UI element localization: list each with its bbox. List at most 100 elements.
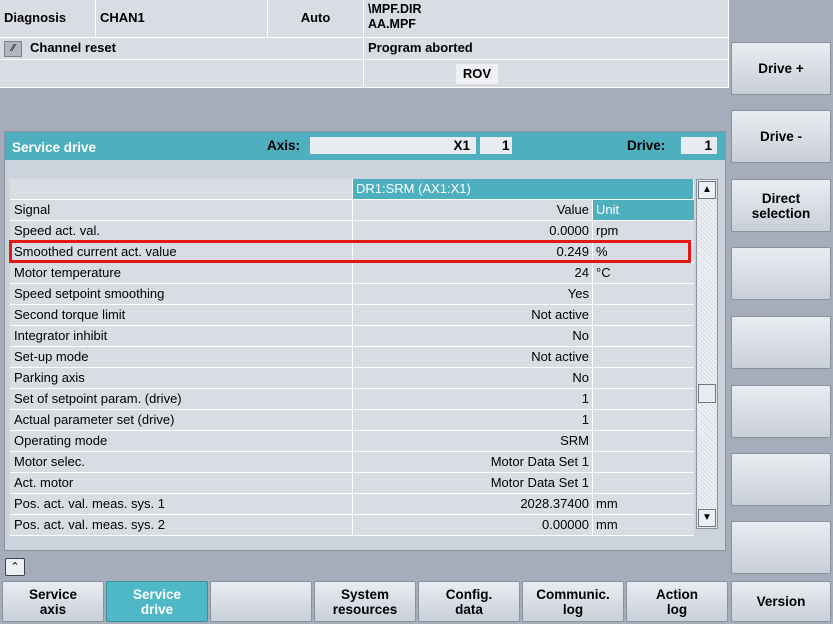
program-path-dir: \MPF.DIR: [368, 2, 422, 16]
table-row[interactable]: Parking axis No: [10, 368, 694, 389]
signal-value: 1: [353, 410, 593, 430]
column-header-unit: Unit: [593, 200, 694, 220]
panel-title-bar: Service drive Axis: X1 1 Drive: 1: [5, 132, 725, 160]
rov-badge: ROV: [456, 64, 498, 84]
table-row[interactable]: Integrator inhibit No: [10, 326, 694, 347]
column-header-value: Value: [353, 200, 593, 220]
signal-name: Motor temperature: [10, 263, 353, 283]
table-row[interactable]: Operating mode SRM: [10, 431, 694, 452]
program-path-file: AA.MPF: [368, 17, 416, 31]
signal-unit: [593, 284, 694, 304]
scroll-thumb[interactable]: [698, 384, 716, 403]
signal-name: Pos. act. val. meas. sys. 2: [10, 515, 353, 535]
signal-unit: [593, 431, 694, 451]
table-row[interactable]: Set of setpoint param. (drive) 1: [10, 389, 694, 410]
signal-name: Speed setpoint smoothing: [10, 284, 353, 304]
signal-unit: [593, 473, 694, 493]
axis-label: Axis:: [267, 138, 301, 153]
signal-name: Pos. act. val. meas. sys. 1: [10, 494, 353, 514]
service-axis-button[interactable]: Service axis: [2, 581, 104, 622]
signal-value: SRM: [353, 431, 593, 451]
signal-unit: °C: [593, 263, 694, 283]
table-row[interactable]: Actual parameter set (drive) 1: [10, 410, 694, 431]
signal-value: Not active: [353, 305, 593, 325]
status-line: ROV: [364, 60, 729, 88]
table-row[interactable]: Pos. act. val. meas. sys. 2 0.00000 mm: [10, 515, 694, 536]
service-drive-button[interactable]: Service drive: [106, 581, 208, 622]
signal-unit: [593, 452, 694, 472]
signal-name: Speed act. val.: [10, 221, 353, 241]
scroll-down-icon[interactable]: ▼: [698, 509, 716, 527]
signal-value: 2028.37400: [353, 494, 593, 514]
table-drive-header-row: DR1:SRM (AX1:X1): [10, 179, 694, 200]
side-softkey-8[interactable]: [731, 521, 831, 574]
side-softkey-5[interactable]: [731, 316, 831, 369]
signal-value: 0.0000: [353, 221, 593, 241]
signal-unit: [593, 368, 694, 388]
signal-value: 1: [353, 389, 593, 409]
table-row[interactable]: Act. motor Motor Data Set 1: [10, 473, 694, 494]
config-data-button[interactable]: Config. data: [418, 581, 520, 622]
panel-title: Service drive: [12, 140, 97, 155]
channel-reset-icon: ⁄⁄: [4, 40, 22, 57]
signal-unit: mm: [593, 494, 694, 514]
signal-value: Yes: [353, 284, 593, 304]
direct-selection-button[interactable]: Direct selection: [731, 179, 831, 232]
signal-name: Motor selec.: [10, 452, 353, 472]
axis-name-field[interactable]: X1: [310, 137, 476, 154]
drive-minus-button[interactable]: Drive -: [731, 110, 831, 163]
signal-value: No: [353, 368, 593, 388]
communication-log-button[interactable]: Communic. log: [522, 581, 624, 622]
table-row[interactable]: Set-up mode Not active: [10, 347, 694, 368]
table-scrollbar[interactable]: ▲ ▼: [696, 179, 718, 529]
signal-name: Parking axis: [10, 368, 353, 388]
program-path: \MPF.DIR AA.MPF: [364, 0, 729, 38]
drive-number-field[interactable]: 1: [681, 137, 717, 154]
channel-status-text: Channel reset: [30, 40, 116, 55]
highlight-frame: [9, 240, 691, 263]
signal-value: Motor Data Set 1: [353, 473, 593, 493]
drive-header: DR1:SRM (AX1:X1): [353, 179, 694, 199]
signal-name: Act. motor: [10, 473, 353, 493]
signal-unit: [593, 410, 694, 430]
side-softkey-4[interactable]: [731, 247, 831, 300]
signal-name: Integrator inhibit: [10, 326, 353, 346]
signal-value: 24: [353, 263, 593, 283]
signal-unit: [593, 389, 694, 409]
area-label: Diagnosis: [0, 0, 96, 38]
drive-plus-button[interactable]: Drive +: [731, 42, 831, 95]
table-row[interactable]: Speed act. val. 0.0000 rpm: [10, 221, 694, 242]
scroll-up-icon[interactable]: ▲: [698, 181, 716, 199]
signal-value: Not active: [353, 347, 593, 367]
signal-unit: [593, 305, 694, 325]
operating-mode: Auto: [268, 0, 364, 38]
program-status: Program aborted: [364, 38, 729, 60]
channel-name: CHAN1: [96, 0, 268, 38]
table-column-header-row: Signal Value Unit: [10, 200, 694, 221]
table-row[interactable]: Motor selec. Motor Data Set 1: [10, 452, 694, 473]
signal-unit: rpm: [593, 221, 694, 241]
table-row[interactable]: Pos. act. val. meas. sys. 1 2028.37400 mm: [10, 494, 694, 515]
side-softkey-6[interactable]: [731, 385, 831, 438]
action-log-button[interactable]: Action log: [626, 581, 728, 622]
table-row[interactable]: Second torque limit Not active: [10, 305, 694, 326]
signal-value: Motor Data Set 1: [353, 452, 593, 472]
signal-value: No: [353, 326, 593, 346]
table-header-blank: [10, 179, 353, 199]
signal-name: Set of setpoint param. (drive): [10, 389, 353, 409]
chevron-up-icon[interactable]: ⌃: [5, 558, 25, 576]
signal-unit: [593, 347, 694, 367]
signal-value: 0.00000: [353, 515, 593, 535]
side-softkey-7[interactable]: [731, 453, 831, 506]
signal-name: Actual parameter set (drive): [10, 410, 353, 430]
axis-number-field[interactable]: 1: [480, 137, 512, 154]
alarm-line: [0, 60, 364, 88]
column-header-signal: Signal: [10, 200, 353, 220]
system-resources-button[interactable]: System resources: [314, 581, 416, 622]
table-row[interactable]: Motor temperature 24 °C: [10, 263, 694, 284]
bottom-softkey-3[interactable]: [210, 581, 312, 622]
signal-name: Operating mode: [10, 431, 353, 451]
version-button[interactable]: Version: [731, 581, 831, 622]
signal-unit: mm: [593, 515, 694, 535]
table-row[interactable]: Speed setpoint smoothing Yes: [10, 284, 694, 305]
